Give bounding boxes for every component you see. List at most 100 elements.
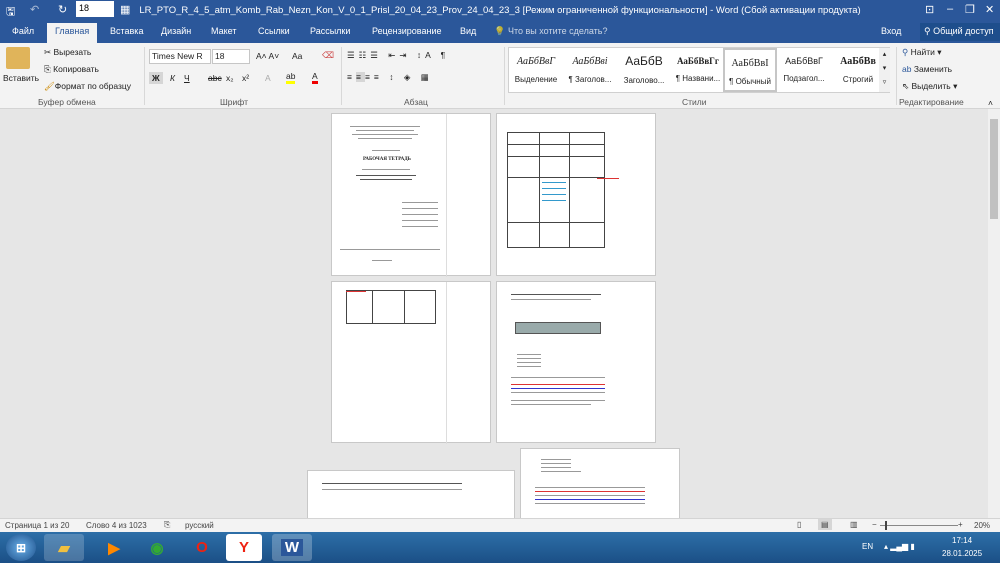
tab-home[interactable]: Главная — [47, 23, 98, 43]
maximize-icon[interactable]: ❐ — [965, 3, 975, 16]
document-area[interactable]: РАБОЧАЯ ТЕТРАДЬ — [0, 109, 988, 518]
list-icons[interactable]: ☰☷☰ ⇤⇥ ↕A ¶ — [347, 50, 449, 61]
zoom-level[interactable]: 20% — [974, 521, 990, 530]
page-count[interactable]: Страница 1 из 20 — [5, 521, 69, 530]
scrollbar-thumb[interactable] — [990, 119, 998, 219]
editing-group-label: Редактирование — [899, 97, 964, 107]
style-title[interactable]: АаБбВвГг ¶ Названи... — [671, 48, 725, 92]
tab-insert[interactable]: Вставка — [110, 26, 143, 36]
style-normal[interactable]: АаБбВвІ ¶ Обычный — [723, 48, 777, 92]
tab-mailings[interactable]: Рассылки — [310, 26, 350, 36]
media-player-icon[interactable]: ▶ — [94, 534, 134, 561]
page-2[interactable] — [496, 113, 656, 276]
subscript-button[interactable]: x₂ — [226, 73, 234, 83]
share-button[interactable]: ⚲ Общий доступ — [920, 23, 1000, 41]
read-mode-icon[interactable]: ▯ — [797, 520, 801, 529]
replace-button[interactable]: ab Заменить — [902, 64, 952, 74]
chrome-icon[interactable]: ◉ — [137, 534, 177, 561]
replace-label: Заменить — [913, 64, 953, 74]
style-heading1[interactable]: АаБбВві ¶ Заголов... — [563, 48, 617, 92]
window-title: LR_PTO_R_4_5_atm_Komb_Rab_Nezn_Kon_V_0_1… — [139, 5, 861, 16]
sign-in-link[interactable]: Вход — [881, 26, 901, 36]
tab-layout[interactable]: Макет — [211, 26, 236, 36]
vertical-scrollbar[interactable] — [988, 109, 1000, 518]
page-5[interactable] — [307, 470, 515, 518]
explorer-icon[interactable]: ▰ — [44, 534, 84, 561]
tab-file[interactable]: Файл — [12, 26, 34, 36]
minimize-icon[interactable]: – — [947, 3, 953, 15]
replace-icon: ab — [902, 64, 914, 74]
clipboard-group-label: Буфер обмена — [38, 97, 96, 107]
superscript-button[interactable]: x² — [242, 73, 249, 83]
find-label: Найти — [910, 47, 935, 57]
select-label: Выделить — [911, 81, 951, 91]
page-3[interactable] — [331, 281, 491, 444]
italic-button[interactable]: К — [170, 73, 175, 83]
word-count[interactable]: Слово 4 из 1023 — [86, 521, 147, 530]
font-size-select[interactable]: 18 — [212, 49, 250, 64]
align-icons[interactable]: ≡≡≡≡ ↕ ◈ ▦ — [347, 72, 433, 83]
tell-me-input[interactable]: Что вы хотите сделать? — [508, 26, 608, 36]
word-icon[interactable]: W — [272, 534, 312, 561]
ribbon-options-icon[interactable]: ⊡ — [925, 3, 934, 16]
paste-button[interactable]: Вставить — [3, 73, 39, 83]
clear-format-icon[interactable]: ⌫ — [322, 50, 334, 61]
cut-button[interactable]: ✂ Вырезать — [44, 47, 91, 58]
tray-icons[interactable]: ▴ ▂▄▆ ▮ — [884, 542, 915, 551]
style-subtitle[interactable]: АаБбВвГ Подзагол... — [777, 48, 831, 92]
style-strong[interactable]: АаБбВв Строгий — [831, 48, 885, 92]
cut-label: Вырезать — [53, 47, 92, 57]
language[interactable]: русский — [185, 521, 214, 530]
tab-references[interactable]: Ссылки — [258, 26, 290, 36]
collapse-ribbon-icon[interactable]: ˄ — [988, 98, 993, 108]
close-icon[interactable]: ✕ — [985, 3, 994, 16]
style-emphasis[interactable]: АаБбВвГ Выделение — [509, 48, 563, 92]
page-1[interactable]: РАБОЧАЯ ТЕТРАДЬ — [331, 113, 491, 277]
styles-gallery: АаБбВвГ Выделение АаБбВві ¶ Заголов... АаБ… — [508, 47, 890, 93]
zoom-slider-thumb[interactable] — [885, 521, 887, 530]
paste-icon[interactable] — [6, 47, 30, 69]
tab-design[interactable]: Дизайн — [161, 26, 191, 36]
tab-review[interactable]: Рецензирование — [372, 26, 442, 36]
print-layout-icon[interactable]: ▤ — [818, 519, 832, 530]
tab-view[interactable]: Вид — [460, 26, 476, 36]
input-language[interactable]: EN — [862, 542, 873, 551]
clock-time[interactable]: 17:14 — [952, 536, 972, 545]
yandex-browser-icon[interactable]: Y — [226, 534, 262, 561]
title-bar: 🖫 ↶ ↻ 18 ▦ LR_PTO_R_4_5_atm_Komb_Rab_Nez… — [0, 0, 1000, 21]
page-4[interactable] — [496, 281, 656, 443]
bold-button[interactable]: Ж — [149, 72, 163, 84]
style-heading[interactable]: АаБбВ Заголово... — [617, 48, 671, 92]
lightbulb-icon: 💡 — [494, 26, 506, 36]
grow-font-icon[interactable]: A˄ A˅ — [256, 51, 279, 61]
web-layout-icon[interactable]: ▥ — [850, 520, 858, 529]
clock-date[interactable]: 28.01.2025 — [942, 549, 982, 558]
search-icon: ⚲ — [902, 47, 911, 57]
copy-label: Копировать — [53, 64, 99, 74]
change-case-button[interactable]: Aa — [292, 51, 302, 61]
select-button[interactable]: ⇖ Выделить ▾ — [902, 81, 957, 92]
ribbon-tabs: Файл Главная Вставка Дизайн Макет Ссылки… — [0, 21, 1000, 43]
opera-icon[interactable]: O — [182, 534, 222, 561]
zoom-out-button[interactable]: − — [872, 520, 877, 529]
start-button[interactable]: ⊞ — [6, 534, 36, 561]
font-color-icon[interactable]: A — [312, 71, 318, 84]
find-button[interactable]: ⚲ Найти ▾ — [902, 47, 942, 58]
ribbon: Вставить ✂ Вырезать ⎘ Копировать 🖌Формат… — [0, 43, 1000, 109]
highlight-icon[interactable]: ab — [286, 71, 296, 84]
zoom-in-button[interactable]: + — [958, 520, 963, 529]
paragraph-group-label: Абзац — [404, 97, 428, 107]
strikethrough-button[interactable]: abc — [208, 73, 222, 83]
format-painter-button[interactable]: 🖌Формат по образцу — [44, 81, 131, 92]
format-painter-label: Формат по образцу — [54, 81, 132, 91]
styles-scroll[interactable]: ▴ ▾ ▿ — [879, 48, 890, 92]
font-name-select[interactable]: Times New R — [149, 49, 211, 64]
zoom-slider[interactable] — [880, 525, 958, 526]
status-bar: Страница 1 из 20 Слово 4 из 1023 ⎘ русск… — [0, 518, 1000, 532]
font-group-label: Шрифт — [220, 97, 248, 107]
text-effects-icon[interactable]: A — [265, 73, 271, 83]
page-6[interactable] — [520, 448, 680, 518]
copy-button[interactable]: ⎘ Копировать — [44, 64, 99, 75]
proofing-icon[interactable]: ⎘ — [164, 520, 170, 530]
underline-button[interactable]: Ч — [184, 73, 190, 83]
